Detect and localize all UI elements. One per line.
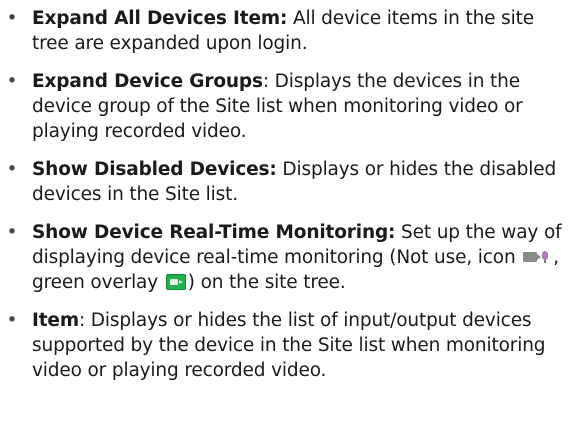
desc-item: : Displays or hides the list of input/ou…	[32, 310, 546, 381]
camera-mic-icon	[523, 249, 551, 265]
term-expand-device-groups: Expand Device Groups	[32, 71, 263, 92]
green-overlay-icon	[165, 274, 186, 290]
list-item-expand-all-devices: • Expand All Devices Item: All device it…	[0, 6, 588, 56]
bullet: •	[6, 310, 18, 331]
list-item-item: • Item: Displays or hides the list of in…	[0, 308, 588, 383]
bullet: •	[6, 8, 18, 29]
list-item-expand-device-groups: • Expand Device Groups: Displays the dev…	[0, 69, 588, 144]
term-show-realtime-monitoring: Show Device Real-Time Monitoring:	[32, 222, 396, 243]
term-show-disabled-devices: Show Disabled Devices:	[32, 159, 277, 180]
bullet: •	[6, 159, 18, 180]
list-item-show-disabled-devices: • Show Disabled Devices: Displays or hid…	[0, 157, 588, 207]
bullet: •	[6, 222, 18, 243]
list-item-show-realtime-monitoring: • Show Device Real-Time Monitoring: Set …	[0, 220, 588, 295]
term-item: Item	[32, 310, 79, 331]
desc-realtime-part-c: ) on the site tree.	[187, 272, 346, 293]
bullet: •	[6, 71, 18, 92]
settings-description-list: • Expand All Devices Item: All device it…	[0, 0, 588, 383]
term-expand-all-devices: Expand All Devices Item:	[32, 8, 288, 29]
